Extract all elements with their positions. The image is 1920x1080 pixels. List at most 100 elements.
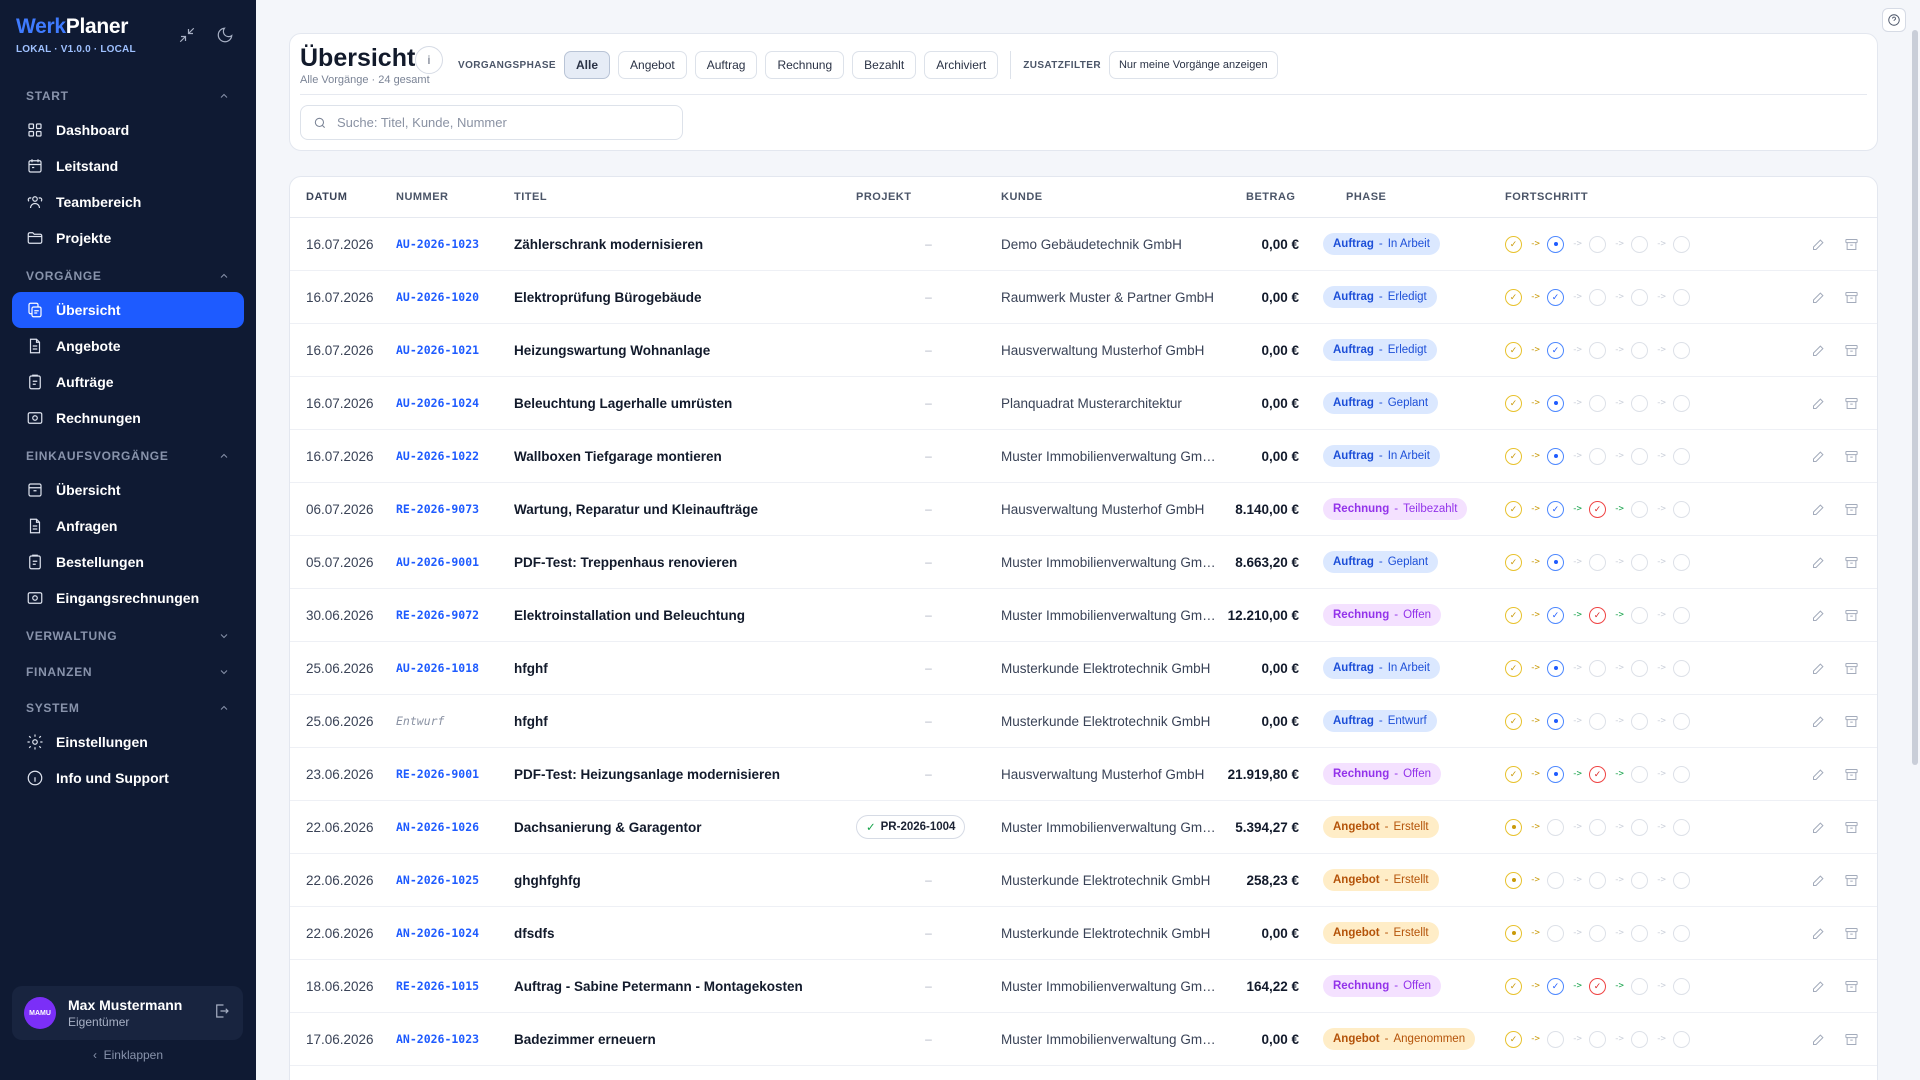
cell-number[interactable]: Entwurf xyxy=(396,714,514,728)
user-card[interactable]: MAMU Max Mustermann Eigentümer xyxy=(12,986,243,1040)
table-row[interactable]: 05.07.2026 AU-2026-9001 PDF-Test: Treppenh… xyxy=(290,536,1877,589)
cell-number[interactable]: AN-2026-1026 xyxy=(396,820,514,834)
table-row[interactable]: 16.07.2026 AU-2026-1021 Heizungswartung Wo… xyxy=(290,324,1877,377)
cell-number[interactable]: RE-2026-1015 xyxy=(396,979,514,993)
cell-title[interactable]: Elektroinstallation und Beleuchtung xyxy=(514,608,856,623)
sidebar-item-0-3[interactable]: Projekte xyxy=(12,220,244,256)
page-scrollbar[interactable] xyxy=(1912,30,1918,765)
archive-icon[interactable] xyxy=(1844,396,1859,411)
cell-title[interactable]: Badezimmer erneuern xyxy=(514,1032,856,1047)
sidebar-item-2-2[interactable]: Bestellungen xyxy=(12,544,244,580)
archive-icon[interactable] xyxy=(1844,926,1859,941)
archive-icon[interactable] xyxy=(1844,661,1859,676)
archive-icon[interactable] xyxy=(1844,979,1859,994)
archive-icon[interactable] xyxy=(1844,820,1859,835)
compact-toggle-button[interactable] xyxy=(176,24,198,46)
cell-number[interactable]: RE-2026-9001 xyxy=(396,767,514,781)
project-chip[interactable]: ✓ PR-2026-1004 xyxy=(856,815,966,839)
table-row[interactable]: 06.07.2026 RE-2026-9073 Wartung, Reparatur… xyxy=(290,483,1877,536)
nav-section-2[interactable]: EINKAUFSVORGÄNGE xyxy=(12,440,244,472)
edit-icon[interactable] xyxy=(1811,714,1826,729)
column-header-datum[interactable]: DATUM xyxy=(290,191,396,203)
sidebar-item-1-0[interactable]: Übersicht xyxy=(12,292,244,328)
edit-icon[interactable] xyxy=(1811,449,1826,464)
table-row[interactable]: 30.06.2026 RE-2026-9072 Elektroinstallatio… xyxy=(290,589,1877,642)
collapse-sidebar-button[interactable]: ‹ Einklappen xyxy=(0,1048,256,1062)
search-box[interactable] xyxy=(300,105,683,140)
column-header-phase[interactable]: PHASE xyxy=(1299,191,1505,203)
edit-icon[interactable] xyxy=(1811,237,1826,252)
edit-icon[interactable] xyxy=(1811,1032,1826,1047)
cell-title[interactable]: PDF-Test: Treppenhaus renovieren xyxy=(514,555,856,570)
sidebar-item-5-0[interactable]: Einstellungen xyxy=(12,724,244,760)
sidebar-item-2-3[interactable]: Eingangsrechnungen xyxy=(12,580,244,616)
table-row[interactable]: 25.06.2026 Entwurf hfghf – Musterkunde Elekt… xyxy=(290,695,1877,748)
cell-title[interactable]: PDF-Test: Heizungsanlage modernisieren xyxy=(514,767,856,782)
sidebar-item-2-0[interactable]: Übersicht xyxy=(12,472,244,508)
cell-number[interactable]: RE-2026-9072 xyxy=(396,608,514,622)
edit-icon[interactable] xyxy=(1811,555,1826,570)
cell-project[interactable]: ✓ PR-2026-1004 xyxy=(856,815,1001,839)
table-row[interactable]: 16.07.2026 AU-2026-1022 Wallboxen Tiefgara… xyxy=(290,430,1877,483)
archive-icon[interactable] xyxy=(1844,502,1859,517)
cell-number[interactable]: AU-2026-1023 xyxy=(396,237,514,251)
sidebar-item-1-2[interactable]: Aufträge xyxy=(12,364,244,400)
edit-icon[interactable] xyxy=(1811,979,1826,994)
sidebar-item-1-3[interactable]: Rechnungen xyxy=(12,400,244,436)
cell-title[interactable]: hfghf xyxy=(514,714,856,729)
cell-number[interactable]: AU-2026-1018 xyxy=(396,661,514,675)
edit-icon[interactable] xyxy=(1811,661,1826,676)
table-row[interactable]: 16.07.2026 AU-2026-1020 Elektroprüfung Bür… xyxy=(290,271,1877,324)
edit-icon[interactable] xyxy=(1811,396,1826,411)
sidebar-item-2-1[interactable]: Anfragen xyxy=(12,508,244,544)
cell-title[interactable]: Elektroprüfung Bürogebäude xyxy=(514,290,856,305)
cell-title[interactable]: hfghf xyxy=(514,661,856,676)
sidebar-item-0-0[interactable]: Dashboard xyxy=(12,112,244,148)
brand[interactable]: WerkPlaner LOKAL · V1.0.0 · LOCAL xyxy=(16,15,136,55)
edit-icon[interactable] xyxy=(1811,290,1826,305)
archive-icon[interactable] xyxy=(1844,873,1859,888)
cell-title[interactable]: Auftrag - Sabine Petermann - Montagekost… xyxy=(514,979,856,994)
logout-button[interactable] xyxy=(213,1002,231,1025)
archive-icon[interactable] xyxy=(1844,608,1859,623)
edit-icon[interactable] xyxy=(1811,343,1826,358)
cell-number[interactable]: AN-2026-1023 xyxy=(396,1032,514,1046)
archive-icon[interactable] xyxy=(1844,555,1859,570)
sidebar-item-0-1[interactable]: Leitstand xyxy=(12,148,244,184)
column-header-nummer[interactable]: NUMMER xyxy=(396,191,514,203)
nav-section-3[interactable]: VERWALTUNG xyxy=(12,620,244,652)
edit-icon[interactable] xyxy=(1811,767,1826,782)
sidebar-item-5-1[interactable]: Info und Support xyxy=(12,760,244,796)
cell-title[interactable]: Wartung, Reparatur und Kleinaufträge xyxy=(514,502,856,517)
dark-mode-button[interactable] xyxy=(214,24,236,46)
cell-number[interactable]: AU-2026-1020 xyxy=(396,290,514,304)
cell-title[interactable]: Wallboxen Tiefgarage montieren xyxy=(514,449,856,464)
nav-section-5[interactable]: SYSTEM xyxy=(12,692,244,724)
phase-filter-chip[interactable]: Archiviert xyxy=(924,51,999,79)
archive-icon[interactable] xyxy=(1844,237,1859,252)
table-row[interactable]: 17.06.2026 AN-2026-1023 Badezimmer erneuer… xyxy=(290,1013,1877,1066)
sidebar-item-0-2[interactable]: Teambereich xyxy=(12,184,244,220)
archive-icon[interactable] xyxy=(1844,714,1859,729)
archive-icon[interactable] xyxy=(1844,1032,1859,1047)
cell-number[interactable]: RE-2026-9073 xyxy=(396,502,514,516)
cell-number[interactable]: AU-2026-1021 xyxy=(396,343,514,357)
edit-icon[interactable] xyxy=(1811,608,1826,623)
nav-section-4[interactable]: FINANZEN xyxy=(12,656,244,688)
table-row[interactable]: 25.06.2026 AU-2026-1018 hfghf – Musterkunde … xyxy=(290,642,1877,695)
archive-icon[interactable] xyxy=(1844,343,1859,358)
phase-filter-chip[interactable]: Auftrag xyxy=(694,51,758,79)
column-header-betrag[interactable]: BETRAG xyxy=(1219,191,1299,203)
edit-icon[interactable] xyxy=(1811,820,1826,835)
phase-filter-chip[interactable]: Alle xyxy=(564,51,611,79)
table-row[interactable]: 23.06.2026 RE-2026-9001 PDF-Test: Heizungs… xyxy=(290,748,1877,801)
cell-number[interactable]: AU-2026-9001 xyxy=(396,555,514,569)
cell-number[interactable]: AU-2026-1024 xyxy=(396,396,514,410)
cell-title[interactable]: Beleuchtung Lagerhalle umrüsten xyxy=(514,396,856,411)
table-row[interactable]: 16.07.2026 AU-2026-1024 Beleuchtung Lagerh… xyxy=(290,377,1877,430)
info-button[interactable]: i xyxy=(415,46,443,74)
cell-title[interactable]: Dachsanierung & Garagentor xyxy=(514,820,856,835)
cell-number[interactable]: AN-2026-1025 xyxy=(396,873,514,887)
cell-number[interactable]: AN-2026-1024 xyxy=(396,926,514,940)
column-header-projekt[interactable]: PROJEKT xyxy=(856,191,1001,203)
